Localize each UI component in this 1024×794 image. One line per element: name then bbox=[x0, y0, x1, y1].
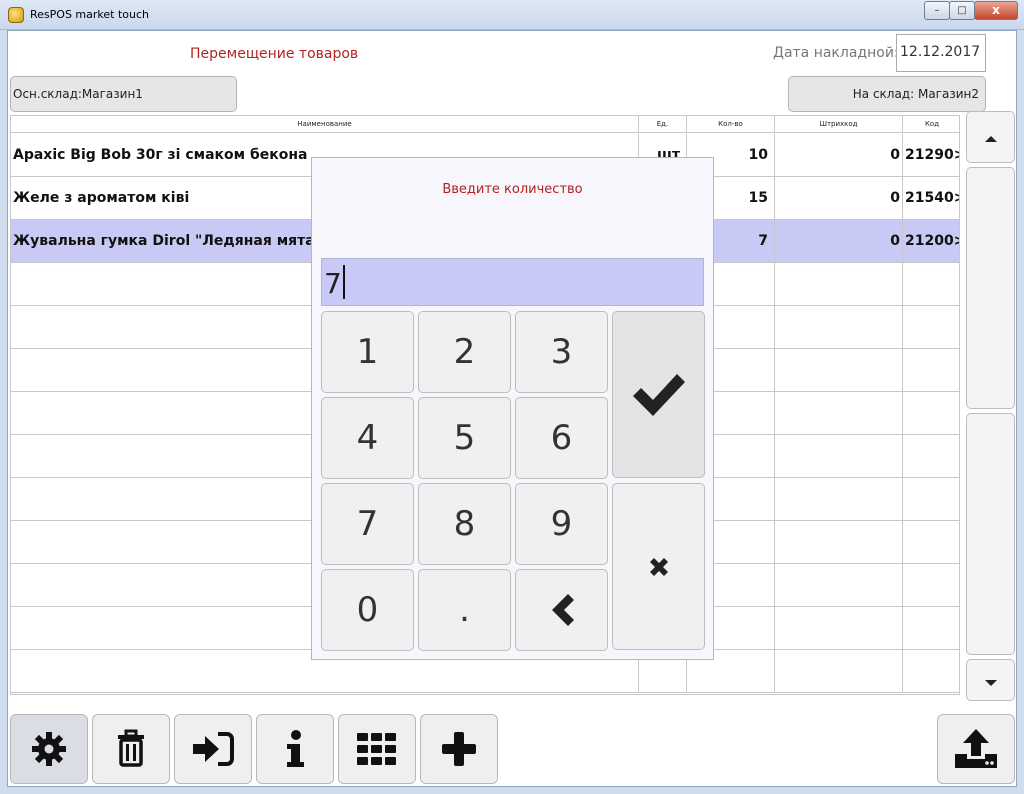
app-icon bbox=[8, 7, 24, 23]
key-5[interactable]: 5 bbox=[418, 397, 511, 479]
item-barcode: 0 bbox=[775, 177, 903, 220]
target-store-button[interactable]: На склад: Магазин2 bbox=[788, 76, 986, 112]
key-4[interactable]: 4 bbox=[321, 397, 414, 479]
sign-in-icon bbox=[193, 732, 234, 766]
item-barcode: 0 bbox=[775, 134, 903, 177]
scroll-down-button[interactable] bbox=[966, 659, 1015, 701]
invoice-date-field[interactable]: 12.12.2017 bbox=[896, 34, 986, 72]
info-button[interactable] bbox=[256, 714, 334, 784]
chevron-left-icon bbox=[551, 594, 574, 626]
key-8[interactable]: 8 bbox=[418, 483, 511, 565]
column-header-unit: Ед. bbox=[639, 116, 687, 133]
upload-icon bbox=[955, 729, 997, 768]
invoice-date-label: Дата накладной: bbox=[773, 45, 899, 61]
column-header-name: Наименование bbox=[11, 116, 639, 133]
document-title: Перемещение товаров bbox=[190, 46, 359, 62]
gear-icon bbox=[32, 732, 66, 766]
key-1[interactable]: 1 bbox=[321, 311, 414, 393]
key-decimal[interactable]: . bbox=[418, 569, 511, 651]
trash-icon bbox=[118, 729, 144, 767]
checkmark-icon bbox=[632, 373, 685, 416]
upload-button[interactable] bbox=[937, 714, 1015, 784]
page-up-area[interactable] bbox=[966, 167, 1015, 409]
delete-button[interactable] bbox=[92, 714, 170, 784]
settings-button[interactable] bbox=[10, 714, 88, 784]
source-store-button[interactable]: Осн.склад:Магазин1 bbox=[10, 76, 237, 112]
close-icon bbox=[649, 557, 668, 576]
column-header-code: Код bbox=[924, 120, 940, 128]
login-button[interactable] bbox=[174, 714, 252, 784]
key-6[interactable]: 6 bbox=[515, 397, 608, 479]
window-title: ResPOS market touch bbox=[30, 8, 149, 21]
grid-icon bbox=[357, 733, 396, 765]
page-down-area[interactable] bbox=[966, 413, 1015, 655]
plus-icon bbox=[442, 732, 476, 766]
catalog-button[interactable] bbox=[338, 714, 416, 784]
key-3[interactable]: 3 bbox=[515, 311, 608, 393]
key-0[interactable]: 0 bbox=[321, 569, 414, 651]
column-header-qty: Кол-во bbox=[687, 116, 775, 133]
text-caret bbox=[342, 265, 345, 299]
window-titlebar: ResPOS market touch – □ x bbox=[0, 0, 1024, 30]
add-button[interactable] bbox=[420, 714, 498, 784]
minimize-button[interactable]: – bbox=[924, 1, 950, 20]
arrow-up-icon bbox=[985, 136, 997, 142]
close-button[interactable]: x bbox=[974, 1, 1018, 20]
key-2[interactable]: 2 bbox=[418, 311, 511, 393]
app-client-area: Перемещение товаров Дата накладной: 12.1… bbox=[7, 30, 1017, 787]
dialog-title: Введите количество bbox=[442, 182, 583, 197]
quantity-dialog: Введите количество 7 1 2 3 4 5 6 7 8 9 0… bbox=[311, 157, 714, 660]
quantity-input[interactable]: 7 bbox=[321, 258, 704, 306]
item-code: 21290> bbox=[905, 147, 960, 163]
window-controls: – □ x bbox=[924, 1, 1018, 21]
key-7[interactable]: 7 bbox=[321, 483, 414, 565]
maximize-button[interactable]: □ bbox=[949, 1, 975, 20]
confirm-key[interactable] bbox=[612, 311, 705, 478]
quantity-value: 7 bbox=[324, 267, 342, 300]
item-barcode: 0 bbox=[775, 220, 903, 263]
arrow-down-icon bbox=[985, 680, 997, 686]
key-9[interactable]: 9 bbox=[515, 483, 608, 565]
column-header-barcode: Штрихкод bbox=[775, 116, 903, 133]
backspace-key[interactable] bbox=[515, 569, 608, 651]
item-code: 21200> bbox=[905, 233, 960, 249]
table-header: Наименование Ед. Кол-во Штрихкод Код bbox=[11, 116, 959, 133]
info-icon bbox=[287, 730, 304, 767]
item-code: 21540> bbox=[905, 190, 960, 206]
scroll-up-button[interactable] bbox=[966, 111, 1015, 163]
cancel-key[interactable] bbox=[612, 483, 705, 650]
